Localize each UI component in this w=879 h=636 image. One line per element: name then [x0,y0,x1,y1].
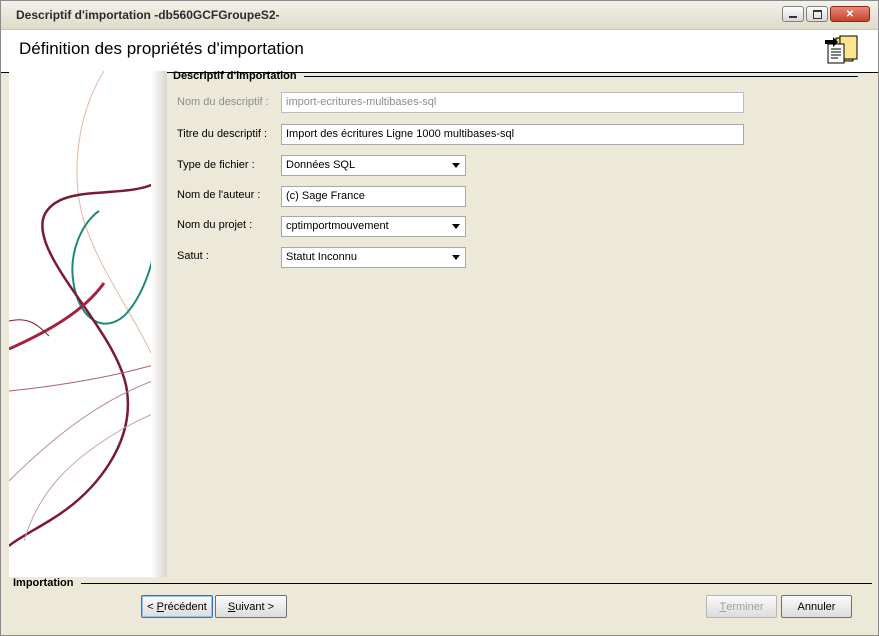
titre-descriptif-field[interactable]: Import des écritures Ligne 1000 multibas… [281,124,744,145]
section-title: Descriptif d'importation [173,70,297,82]
minimize-button[interactable] [782,6,804,22]
import-wizard-window: Descriptif d'importation -db560GCFGroupe… [0,0,879,636]
nom-projet-value: cptimportmouvement [286,220,389,232]
next-accel: S [227,600,236,613]
type-fichier-label: Type de fichier : [177,159,255,171]
maximize-button[interactable] [806,6,828,22]
statut-select[interactable]: Statut Inconnu [281,247,466,268]
close-button[interactable]: ✕ [830,6,870,22]
window-controls: ✕ [782,6,870,22]
nom-projet-select[interactable]: cptimportmouvement [281,216,466,237]
nom-projet-label: Nom du projet : [177,219,253,231]
cancel-button[interactable]: Annuler [781,595,852,618]
window-title: Descriptif d'importation -db560GCFGroupe… [16,8,280,22]
type-fichier-select[interactable]: Données SQL [281,155,466,176]
chevron-down-icon [452,224,460,229]
nom-auteur-field[interactable]: (c) Sage France [281,186,466,207]
nom-descriptif-label: Nom du descriptif : [177,96,269,108]
previous-prefix: < [147,600,157,613]
previous-label: récédent [164,600,207,613]
page-title: Définition des propriétés d'importation [19,39,304,58]
close-icon: ✕ [845,8,855,20]
statut-value: Statut Inconnu [286,251,357,263]
finish-accel: T [719,600,727,613]
nom-auteur-label: Nom de l'auteur : [177,189,261,201]
chevron-down-icon [452,255,460,260]
section-divider [304,76,858,77]
finish-label: erminer [726,600,764,613]
maximize-icon [812,9,822,19]
panel-shade [151,71,167,577]
decorative-swirl-panel [8,70,168,577]
nom-descriptif-field: import-ecritures-multibases-sql [281,92,744,113]
footer-group-label: Importation [13,577,74,589]
title-bar[interactable]: Descriptif d'importation -db560GCFGroupe… [1,1,878,30]
next-label: uivant > [235,600,275,613]
next-button[interactable]: Suivant > [215,595,287,618]
import-document-icon [824,35,858,68]
type-fichier-value: Données SQL [286,159,356,171]
statut-label: Satut : [177,250,209,262]
wizard-header: Définition des propriétés d'importation [1,30,878,73]
chevron-down-icon [452,163,460,168]
previous-accel: P [156,600,164,613]
titre-descriptif-label: Titre du descriptif : [177,128,268,140]
footer-divider [81,583,872,584]
previous-button[interactable]: < Précédent [141,595,213,618]
finish-button[interactable]: Terminer [706,595,777,618]
minimize-icon [789,15,797,18]
cancel-label: Annuler [797,600,836,613]
